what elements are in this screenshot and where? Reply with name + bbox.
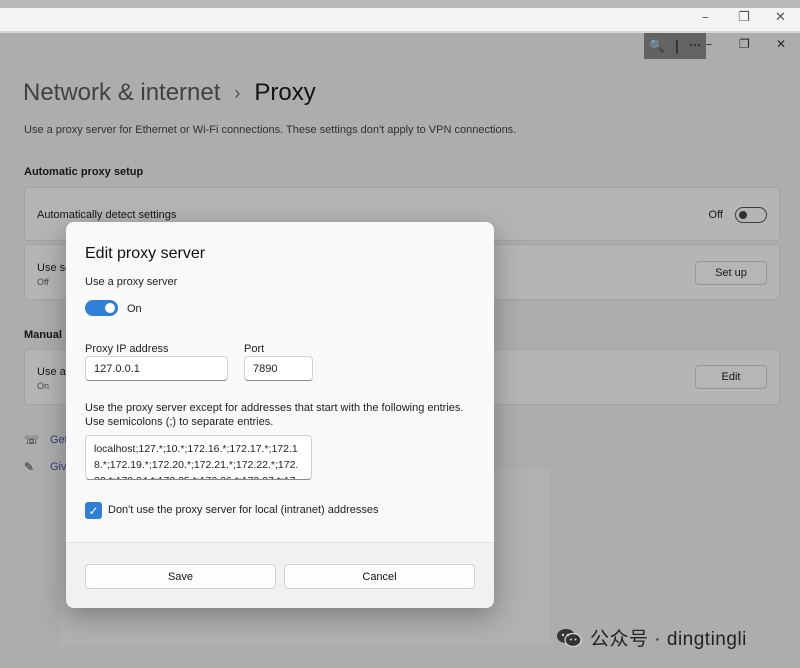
exceptions-help-line2: Use semicolons (;) to separate entries. (85, 416, 274, 428)
use-proxy-toggle[interactable] (85, 300, 118, 316)
port-label: Port (244, 343, 265, 355)
dialog-title: Edit proxy server (85, 245, 206, 262)
toggle-knob (105, 303, 115, 313)
wechat-icon (556, 628, 582, 648)
outer-minimize-button[interactable]: – (702, 10, 709, 25)
outer-titlebar: – ❐ ✕ (0, 8, 800, 32)
top-strip (0, 0, 800, 8)
outer-close-button[interactable]: ✕ (775, 10, 786, 25)
port-input[interactable]: 7890 (244, 356, 313, 381)
ip-label: Proxy IP address (85, 343, 169, 355)
exceptions-textarea[interactable]: localhost;127.*;10.*;172.16.*;172.17.*;1… (85, 435, 312, 480)
watermark-text: 公众号 · dingtingli (590, 629, 747, 650)
cancel-button[interactable]: Cancel (284, 564, 475, 589)
local-bypass-checkbox[interactable]: ✓ (85, 502, 102, 519)
exceptions-help-line1: Use the proxy server except for addresse… (85, 402, 464, 414)
watermark: 公众号 · dingtingli (556, 624, 747, 651)
outer-maximize-button[interactable]: ❐ (738, 10, 750, 25)
ip-input[interactable]: 127.0.0.1 (85, 356, 228, 381)
save-button[interactable]: Save (85, 564, 276, 589)
dialog-footer: Save Cancel (66, 542, 494, 608)
use-proxy-label: Use a proxy server (85, 276, 178, 288)
local-bypass-label: Don't use the proxy server for local (in… (108, 504, 379, 516)
checkmark-icon: ✓ (88, 503, 99, 518)
use-proxy-state: On (127, 303, 142, 315)
edit-proxy-dialog: Edit proxy server Use a proxy server On … (66, 222, 494, 608)
